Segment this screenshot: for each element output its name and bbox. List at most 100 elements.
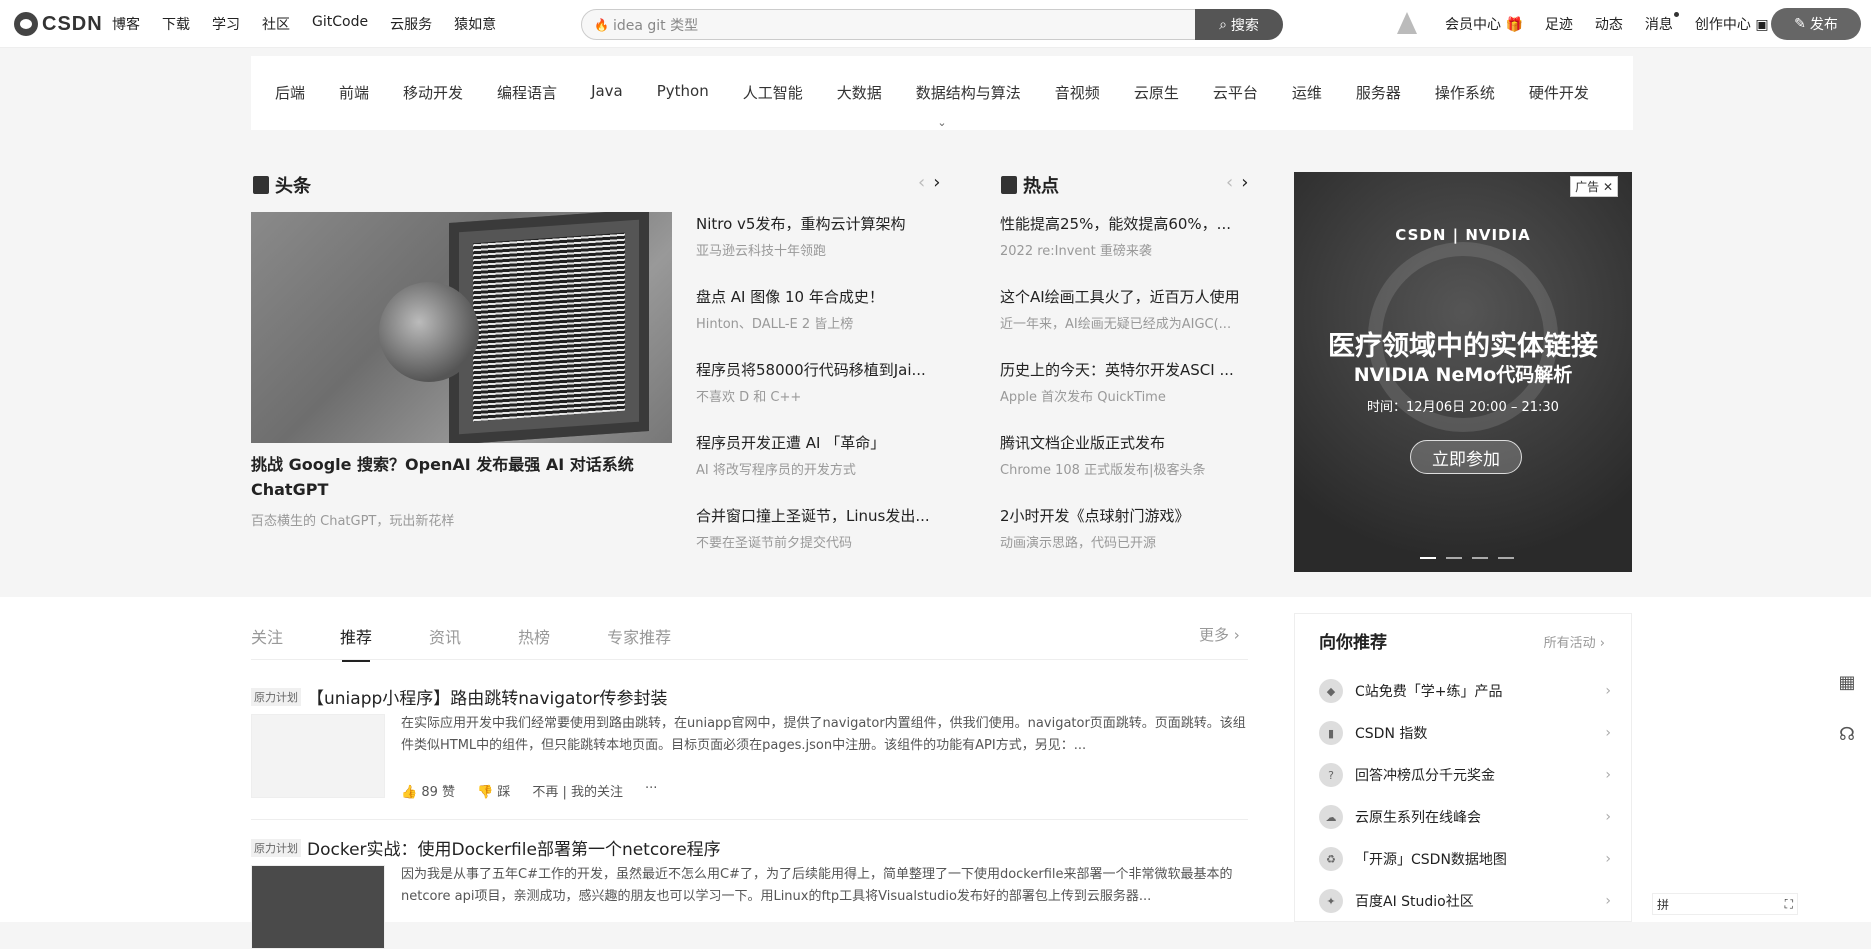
carousel-dot[interactable] xyxy=(1472,557,1488,559)
article-description[interactable]: 因为我是从事了五年C#工作的开发，虽然最近不怎么用C#了，为了后续能用得上，简单… xyxy=(401,864,1246,908)
carousel-dot[interactable] xyxy=(1446,557,1462,559)
main-nav: 博客 下载 学习 社区 GitCode 云服务 猿如意 xyxy=(112,14,496,34)
hot-item[interactable]: 性能提高25%，能效提高60%，... 2022 re:Invent 重磅来袭 xyxy=(1000,213,1250,259)
hot-arrows: ‹ › xyxy=(1226,172,1248,193)
headline-image[interactable] xyxy=(251,212,672,443)
category-item[interactable]: 云原生 xyxy=(1134,82,1179,103)
article-thumbnail[interactable] xyxy=(251,865,385,949)
chevron-right-icon[interactable]: › xyxy=(1241,172,1248,193)
close-icon[interactable]: ✕ xyxy=(1603,180,1613,194)
recommend-item[interactable]: ✦ 百度AI Studio社区 › xyxy=(1319,886,1611,916)
headline-hero-title[interactable]: 挑战 Google 搜索？OpenAI 发布最强 AI 对话系统 ChatGPT xyxy=(251,452,672,502)
category-item[interactable]: 硬件开发 xyxy=(1529,82,1589,103)
recommend-item[interactable]: ? 回答冲榜瓜分千元奖金 › xyxy=(1319,760,1611,790)
expand-icon[interactable]: ⛶ xyxy=(1785,897,1793,912)
category-item[interactable]: 运维 xyxy=(1292,82,1322,103)
category-bar: 后端 前端 移动开发 编程语言 Java Python 人工智能 大数据 数据结… xyxy=(251,56,1633,130)
hot-item[interactable]: 2小时开发《点球射门游戏》 动画演示思路，代码已开源 xyxy=(1000,505,1250,551)
dislike-button[interactable]: 👎 踩 xyxy=(477,781,510,800)
nav-download[interactable]: 下载 xyxy=(162,14,190,34)
article-thumbnail[interactable] xyxy=(251,714,385,798)
ime-indicator[interactable]: 拼 ⛶ xyxy=(1652,893,1798,915)
category-item[interactable]: 大数据 xyxy=(837,82,882,103)
csdn-logo[interactable]: CSDN xyxy=(14,10,103,38)
news-icon xyxy=(1001,176,1017,194)
category-item[interactable]: 编程语言 xyxy=(497,82,557,103)
recommend-item[interactable]: ☁ 云原生系列在线峰会 › xyxy=(1319,802,1611,832)
ad-banner[interactable]: 广告 ✕ CSDN | NVIDIA 医疗领域中的实体链接 NVIDIA NeM… xyxy=(1294,172,1632,572)
qrcode-icon[interactable]: ▦ xyxy=(1836,672,1858,694)
category-item[interactable]: Java xyxy=(591,82,623,103)
chevron-left-icon[interactable]: ‹ xyxy=(918,172,925,193)
chevron-left-icon[interactable]: ‹ xyxy=(1226,172,1233,193)
category-item[interactable]: 移动开发 xyxy=(403,82,463,103)
nav-gitcode[interactable]: GitCode xyxy=(312,14,368,34)
search-icon: ⌕ xyxy=(1219,16,1227,33)
more-options-icon[interactable]: ··· xyxy=(645,781,657,800)
publish-button[interactable]: ✎ 发布 xyxy=(1771,8,1861,40)
category-item[interactable]: 人工智能 xyxy=(743,82,803,103)
carousel-dot[interactable] xyxy=(1420,557,1436,559)
tab-expert[interactable]: 专家推荐 xyxy=(607,624,671,648)
feed-more-link[interactable]: 更多 › xyxy=(1199,624,1240,645)
search-box[interactable]: 🔥 idea git 类型 ⌕ 搜索 xyxy=(581,9,1283,40)
category-item[interactable]: 服务器 xyxy=(1356,82,1401,103)
nav-learn[interactable]: 学习 xyxy=(212,14,240,34)
recommend-item[interactable]: ♻ 「开源」CSDN数据地图 › xyxy=(1319,844,1611,874)
headline-item[interactable]: 程序员将58000行代码移植到Jai... 不喜欢 D 和 C++ xyxy=(696,359,946,405)
article-card[interactable]: 原力计划 Docker实战：使用Dockerfile部署第一个netcore程序… xyxy=(251,835,1248,949)
recommend-item[interactable]: ▮ CSDN 指数 › xyxy=(1319,718,1611,748)
category-item[interactable]: 音视频 xyxy=(1055,82,1100,103)
search-input[interactable]: idea git 类型 xyxy=(613,15,698,35)
nav-community[interactable]: 社区 xyxy=(262,14,290,34)
article-card[interactable]: 原力计划 【uniapp小程序】路由跳转navigator传参封装 在实际应用开… xyxy=(251,684,1248,814)
category-item[interactable]: Python xyxy=(657,82,709,103)
tab-news[interactable]: 资讯 xyxy=(429,624,461,648)
ad-join-button[interactable]: 立即参加 xyxy=(1410,440,1522,474)
top-bar: CSDN 博客 下载 学习 社区 GitCode 云服务 猿如意 🔥 idea … xyxy=(0,0,1871,48)
nav-footprint[interactable]: 足迹 xyxy=(1545,14,1573,34)
category-item[interactable]: 操作系统 xyxy=(1435,82,1495,103)
category-item[interactable]: 云平台 xyxy=(1213,82,1258,103)
like-button[interactable]: 👍 89 赞 xyxy=(401,781,455,800)
brain-graphic xyxy=(379,282,479,382)
article-description[interactable]: 在实际应用开发中我们经常要使用到路由跳转，在uniapp官网中，提供了navig… xyxy=(401,713,1246,757)
category-item[interactable]: 数据结构与算法 xyxy=(916,82,1021,103)
ad-time: 时间：12月06日 20:00 – 21:30 xyxy=(1367,400,1559,415)
ad-tag[interactable]: 广告 ✕ xyxy=(1570,176,1618,197)
nav-messages[interactable]: 消息 xyxy=(1645,12,1679,34)
article-title[interactable]: 【uniapp小程序】路由跳转navigator传参封装 xyxy=(307,684,668,709)
tab-hot[interactable]: 热榜 xyxy=(518,624,550,648)
category-item[interactable]: 后端 xyxy=(275,82,305,103)
headline-item[interactable]: Nitro v5发布，重构云计算架构 亚马逊云科技十年领跑 xyxy=(696,213,946,259)
headset-icon[interactable]: ☊ xyxy=(1836,724,1858,746)
vip-avatar-icon[interactable] xyxy=(1391,10,1423,38)
hot-item[interactable]: 这个AI绘画工具火了，近百万人使用 近一年来，AI绘画无疑已经成为AIGC(... xyxy=(1000,286,1250,332)
headline-item[interactable]: 盘点 AI 图像 10 年合成史！ Hinton、DALL-E 2 皆上榜 xyxy=(696,286,946,332)
recommend-item[interactable]: ◆ C站免费「学+练」产品 › xyxy=(1319,676,1611,706)
category-item[interactable]: 前端 xyxy=(339,82,369,103)
nav-activity[interactable]: 动态 xyxy=(1595,14,1623,34)
article-title[interactable]: Docker实战：使用Dockerfile部署第一个netcore程序 xyxy=(307,835,721,860)
carousel-dot[interactable] xyxy=(1498,557,1514,559)
nav-creator-center[interactable]: 创作中心 ▣ xyxy=(1695,14,1769,34)
nav-yuanruyi[interactable]: 猿如意 xyxy=(454,14,496,34)
logo-icon xyxy=(14,12,38,36)
hot-item[interactable]: 腾讯文档企业版正式发布 Chrome 108 正式版发布|极客头条 xyxy=(1000,432,1250,478)
chevron-right-icon[interactable]: › xyxy=(933,172,940,193)
not-interested-button[interactable]: 不再 | 我的关注 xyxy=(532,781,623,800)
all-activities-link[interactable]: 所有活动 › xyxy=(1544,632,1605,651)
tab-divider xyxy=(251,659,1248,660)
chevron-right-icon: › xyxy=(1605,725,1611,741)
search-button[interactable]: ⌕ 搜索 xyxy=(1195,9,1283,40)
chevron-down-icon[interactable]: ⌄ xyxy=(933,116,951,130)
headline-item[interactable]: 程序员开发正遭 AI 「革命」 AI 将改写程序员的开发方式 xyxy=(696,432,946,478)
thumb-up-icon: 👍 xyxy=(401,785,418,800)
tab-follow[interactable]: 关注 xyxy=(251,624,283,648)
hot-item[interactable]: 历史上的今天：英特尔开发ASCI ... Apple 首次发布 QuickTime xyxy=(1000,359,1250,405)
tab-recommend[interactable]: 推荐 xyxy=(340,624,372,662)
nav-blog[interactable]: 博客 xyxy=(112,14,140,34)
nav-vip-center[interactable]: 会员中心 🎁 xyxy=(1445,14,1523,34)
nav-cloud[interactable]: 云服务 xyxy=(390,14,432,34)
headline-item[interactable]: 合并窗口撞上圣诞节，Linus发出... 不要在圣诞节前夕提交代码 xyxy=(696,505,946,551)
